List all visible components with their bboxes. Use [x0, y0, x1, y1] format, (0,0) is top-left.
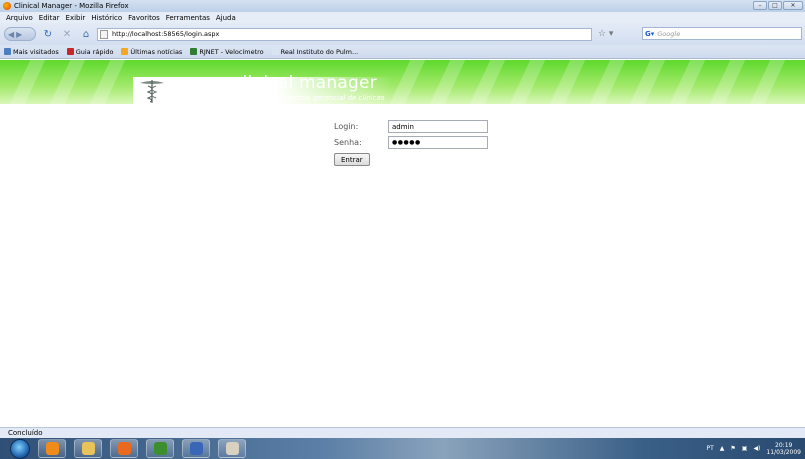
taskbar-app[interactable]: [218, 439, 246, 458]
search-placeholder: Google: [657, 29, 681, 38]
bookmark-item[interactable]: Mais visitados: [4, 48, 59, 56]
login-row: Login:: [334, 120, 488, 133]
password-input[interactable]: [388, 136, 488, 149]
home-icon[interactable]: ⌂: [79, 27, 93, 41]
senha-row: Senha:: [334, 136, 488, 149]
close-button[interactable]: ✕: [783, 1, 803, 10]
app-green-icon: [153, 442, 167, 455]
window-titlebar: Clinical Manager - Mozilla Firefox – □ ✕: [0, 0, 805, 12]
taskbar-app[interactable]: [74, 439, 102, 458]
google-icon[interactable]: G▾: [645, 30, 654, 38]
language-indicator[interactable]: PT: [706, 445, 713, 452]
menu-ferramentas[interactable]: Ferramentas: [166, 14, 210, 22]
bookmark-icon: [4, 48, 11, 55]
folder-icon: [81, 442, 95, 455]
search-box[interactable]: G▾ Google ⌕: [642, 27, 802, 40]
status-bar: Concluído: [0, 427, 805, 438]
paint-icon: [225, 442, 239, 455]
app-title: clinical manager: [233, 73, 377, 93]
clock-time: 20:19: [775, 441, 793, 449]
back-icon[interactable]: ◀: [8, 30, 14, 39]
bookmark-item[interactable]: Guia rápido: [66, 48, 113, 56]
navigation-toolbar: ◀ ▶ ↻ ✕ ⌂ http://localhost:58565/login.a…: [0, 23, 805, 45]
reload-icon[interactable]: ↻: [41, 27, 55, 41]
page-icon: [100, 29, 108, 39]
menu-ajuda[interactable]: Ajuda: [216, 14, 236, 22]
url-bar[interactable]: http://localhost:58565/login.aspx: [97, 27, 592, 41]
menu-exibir[interactable]: Exibir: [66, 14, 86, 22]
bookmark-icon: [190, 48, 198, 55]
bookmark-icon: [66, 48, 74, 55]
url-text[interactable]: http://localhost:58565/login.aspx: [112, 30, 219, 38]
entrar-button[interactable]: Entrar: [334, 153, 370, 166]
login-form: Login: Senha: Entrar: [334, 120, 494, 170]
firefox-icon: [45, 442, 59, 455]
start-button[interactable]: [10, 438, 30, 459]
bookmarks-toolbar: Mais visitados Guia rápido Últimas notíc…: [0, 45, 805, 59]
status-text: Concluído: [8, 429, 43, 437]
window-title: Clinical Manager - Mozilla Firefox: [14, 2, 129, 10]
bookmark-item[interactable]: Real Instituto do Pulm...: [271, 48, 358, 56]
menu-historico[interactable]: Histórico: [91, 14, 122, 22]
bookmark-icon: [271, 48, 279, 55]
taskbar-app[interactable]: [182, 439, 210, 458]
app-subtitle: controle gerencial de clínicas: [282, 94, 385, 102]
submit-wrapper: Entrar: [334, 153, 370, 166]
windows-taskbar: PT ▲ ⚑ ▣ ◀) 20:19 11/03/2009: [0, 438, 805, 459]
menu-bar: Arquivo Editar Exibir Histórico Favorito…: [0, 12, 805, 23]
login-label: Login:: [334, 122, 359, 131]
volume-icon[interactable]: ◀): [753, 445, 760, 452]
word-icon: [189, 442, 203, 455]
forward-icon[interactable]: ▶: [16, 30, 22, 39]
clock-date: 11/03/2009: [766, 448, 801, 456]
clock[interactable]: 20:19 11/03/2009: [766, 442, 801, 456]
bookmark-item[interactable]: RJNET - Velocímetro: [190, 48, 264, 56]
firefox-icon: [3, 2, 11, 10]
menu-favoritos[interactable]: Favoritos: [128, 14, 160, 22]
bookmark-item[interactable]: Últimas notícias: [121, 48, 182, 56]
system-tray: PT ▲ ⚑ ▣ ◀) 20:19 11/03/2009: [706, 438, 801, 459]
tray-expand-icon[interactable]: ▲: [720, 445, 725, 452]
back-forward-buttons[interactable]: ◀ ▶: [4, 27, 36, 41]
bookmark-icon: [121, 48, 129, 55]
senha-label: Senha:: [334, 138, 362, 147]
minimize-button[interactable]: –: [753, 1, 767, 10]
network-icon[interactable]: ▣: [742, 445, 748, 452]
flag-icon[interactable]: ⚑: [730, 445, 735, 452]
bookmark-star-icon[interactable]: ☆ ▾: [598, 29, 613, 39]
maximize-button[interactable]: □: [768, 1, 782, 10]
menu-editar[interactable]: Editar: [39, 14, 60, 22]
taskbar-app[interactable]: [38, 439, 66, 458]
login-input[interactable]: [388, 120, 488, 133]
window-controls: – □ ✕: [753, 1, 803, 10]
menu-arquivo[interactable]: Arquivo: [6, 14, 33, 22]
caduceus-logo-icon: [140, 80, 164, 103]
media-player-icon: [117, 442, 131, 455]
stop-icon[interactable]: ✕: [60, 27, 74, 41]
taskbar-app[interactable]: [146, 439, 174, 458]
page-banner: clinical manager controle gerencial de c…: [0, 60, 805, 104]
taskbar-app[interactable]: [110, 439, 138, 458]
